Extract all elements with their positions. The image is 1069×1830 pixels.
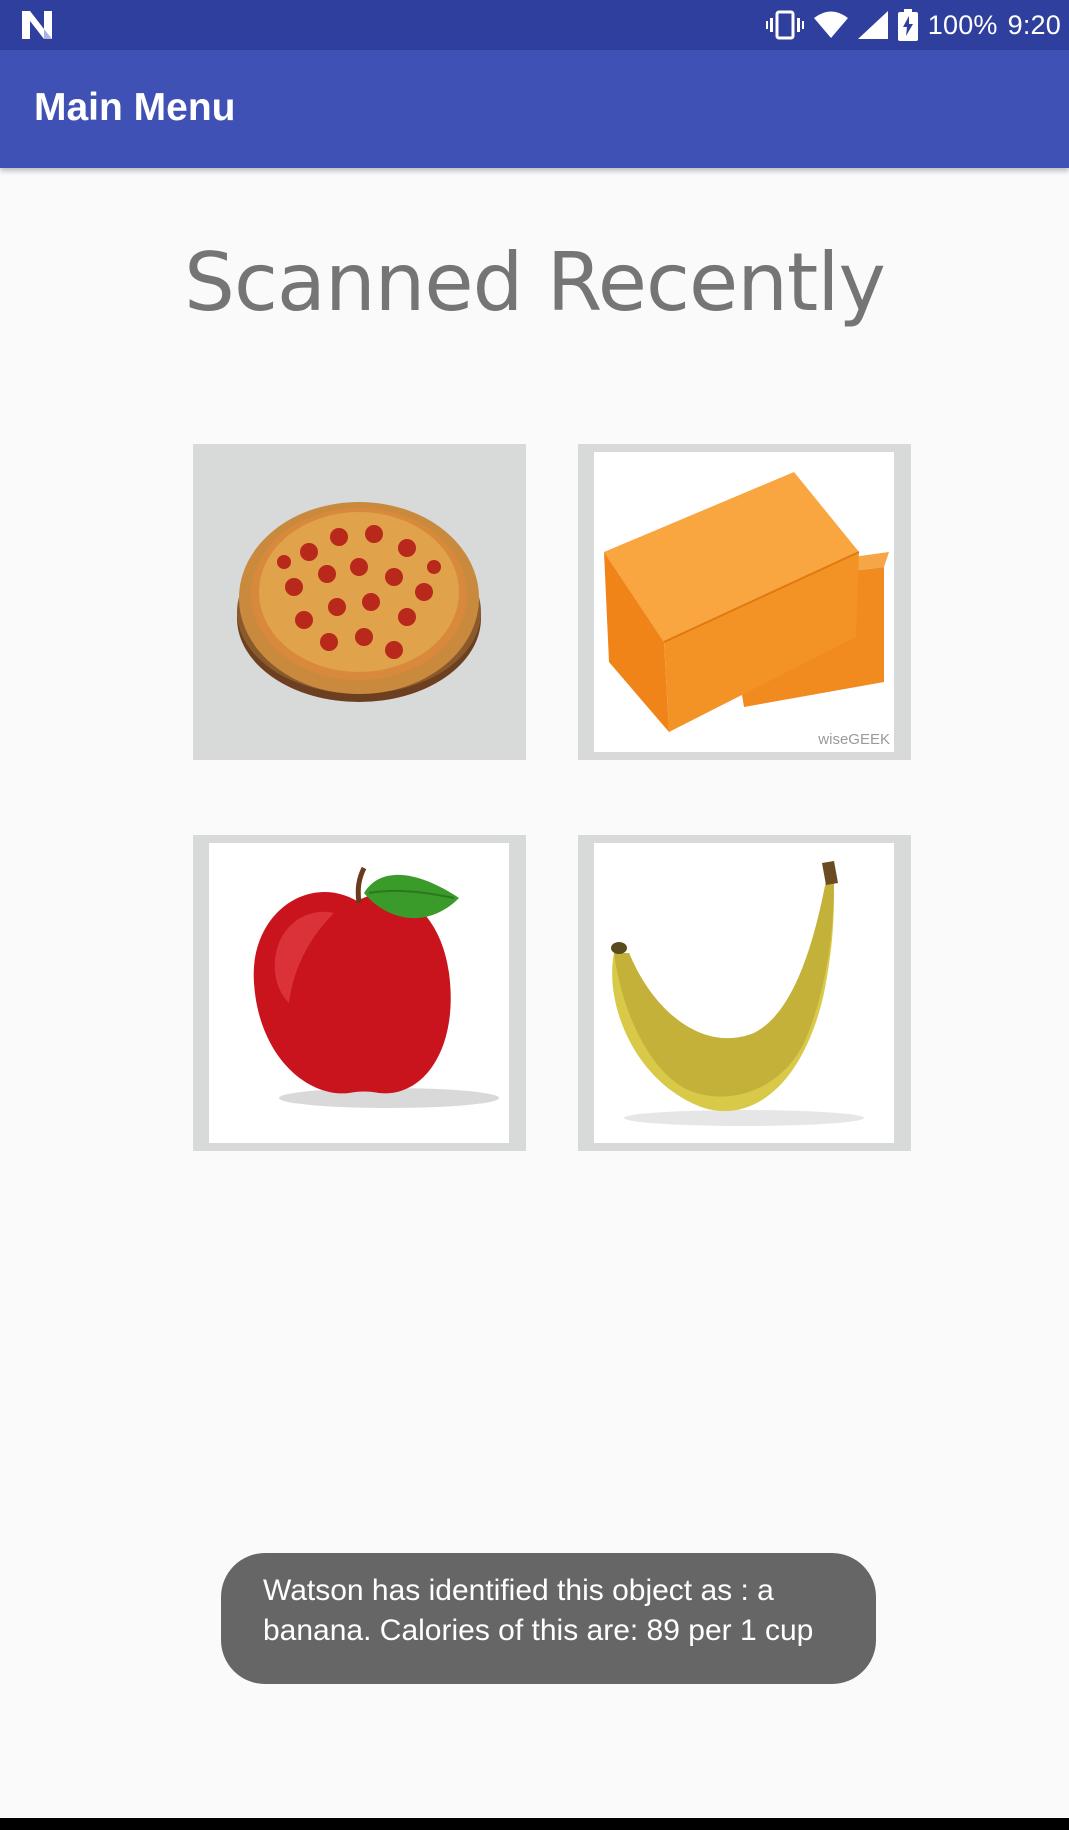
toast-message: Watson has identified this object as : a… (221, 1553, 876, 1684)
app-title: Main Menu (34, 86, 236, 129)
wifi-icon (813, 11, 848, 38)
scanned-item-pizza[interactable] (193, 444, 526, 760)
screen: 100% 9:20 Main Menu Scanned Recently wis… (0, 0, 1069, 1830)
notification-n-icon (22, 11, 52, 39)
page-heading: Scanned Recently (184, 236, 886, 329)
cell-signal-icon (857, 11, 888, 39)
pizza-image (209, 452, 509, 752)
scanned-item-banana[interactable] (578, 835, 911, 1151)
status-bar: 100% 9:20 (0, 0, 1069, 50)
app-bar: Main Menu (0, 50, 1069, 168)
scanned-item-cheese[interactable]: wiseGEEK (578, 444, 911, 760)
scanned-item-apple[interactable] (193, 835, 526, 1151)
watermark: wiseGEEK (818, 731, 890, 748)
navigation-bar (0, 1818, 1069, 1830)
vibrate-icon (765, 10, 804, 40)
cheese-image: wiseGEEK (594, 452, 894, 752)
clock: 9:20 (1007, 9, 1061, 40)
apple-image (209, 843, 509, 1143)
battery-charging-icon (897, 9, 918, 41)
banana-image (594, 843, 894, 1143)
battery-percentage: 100% (927, 9, 998, 40)
